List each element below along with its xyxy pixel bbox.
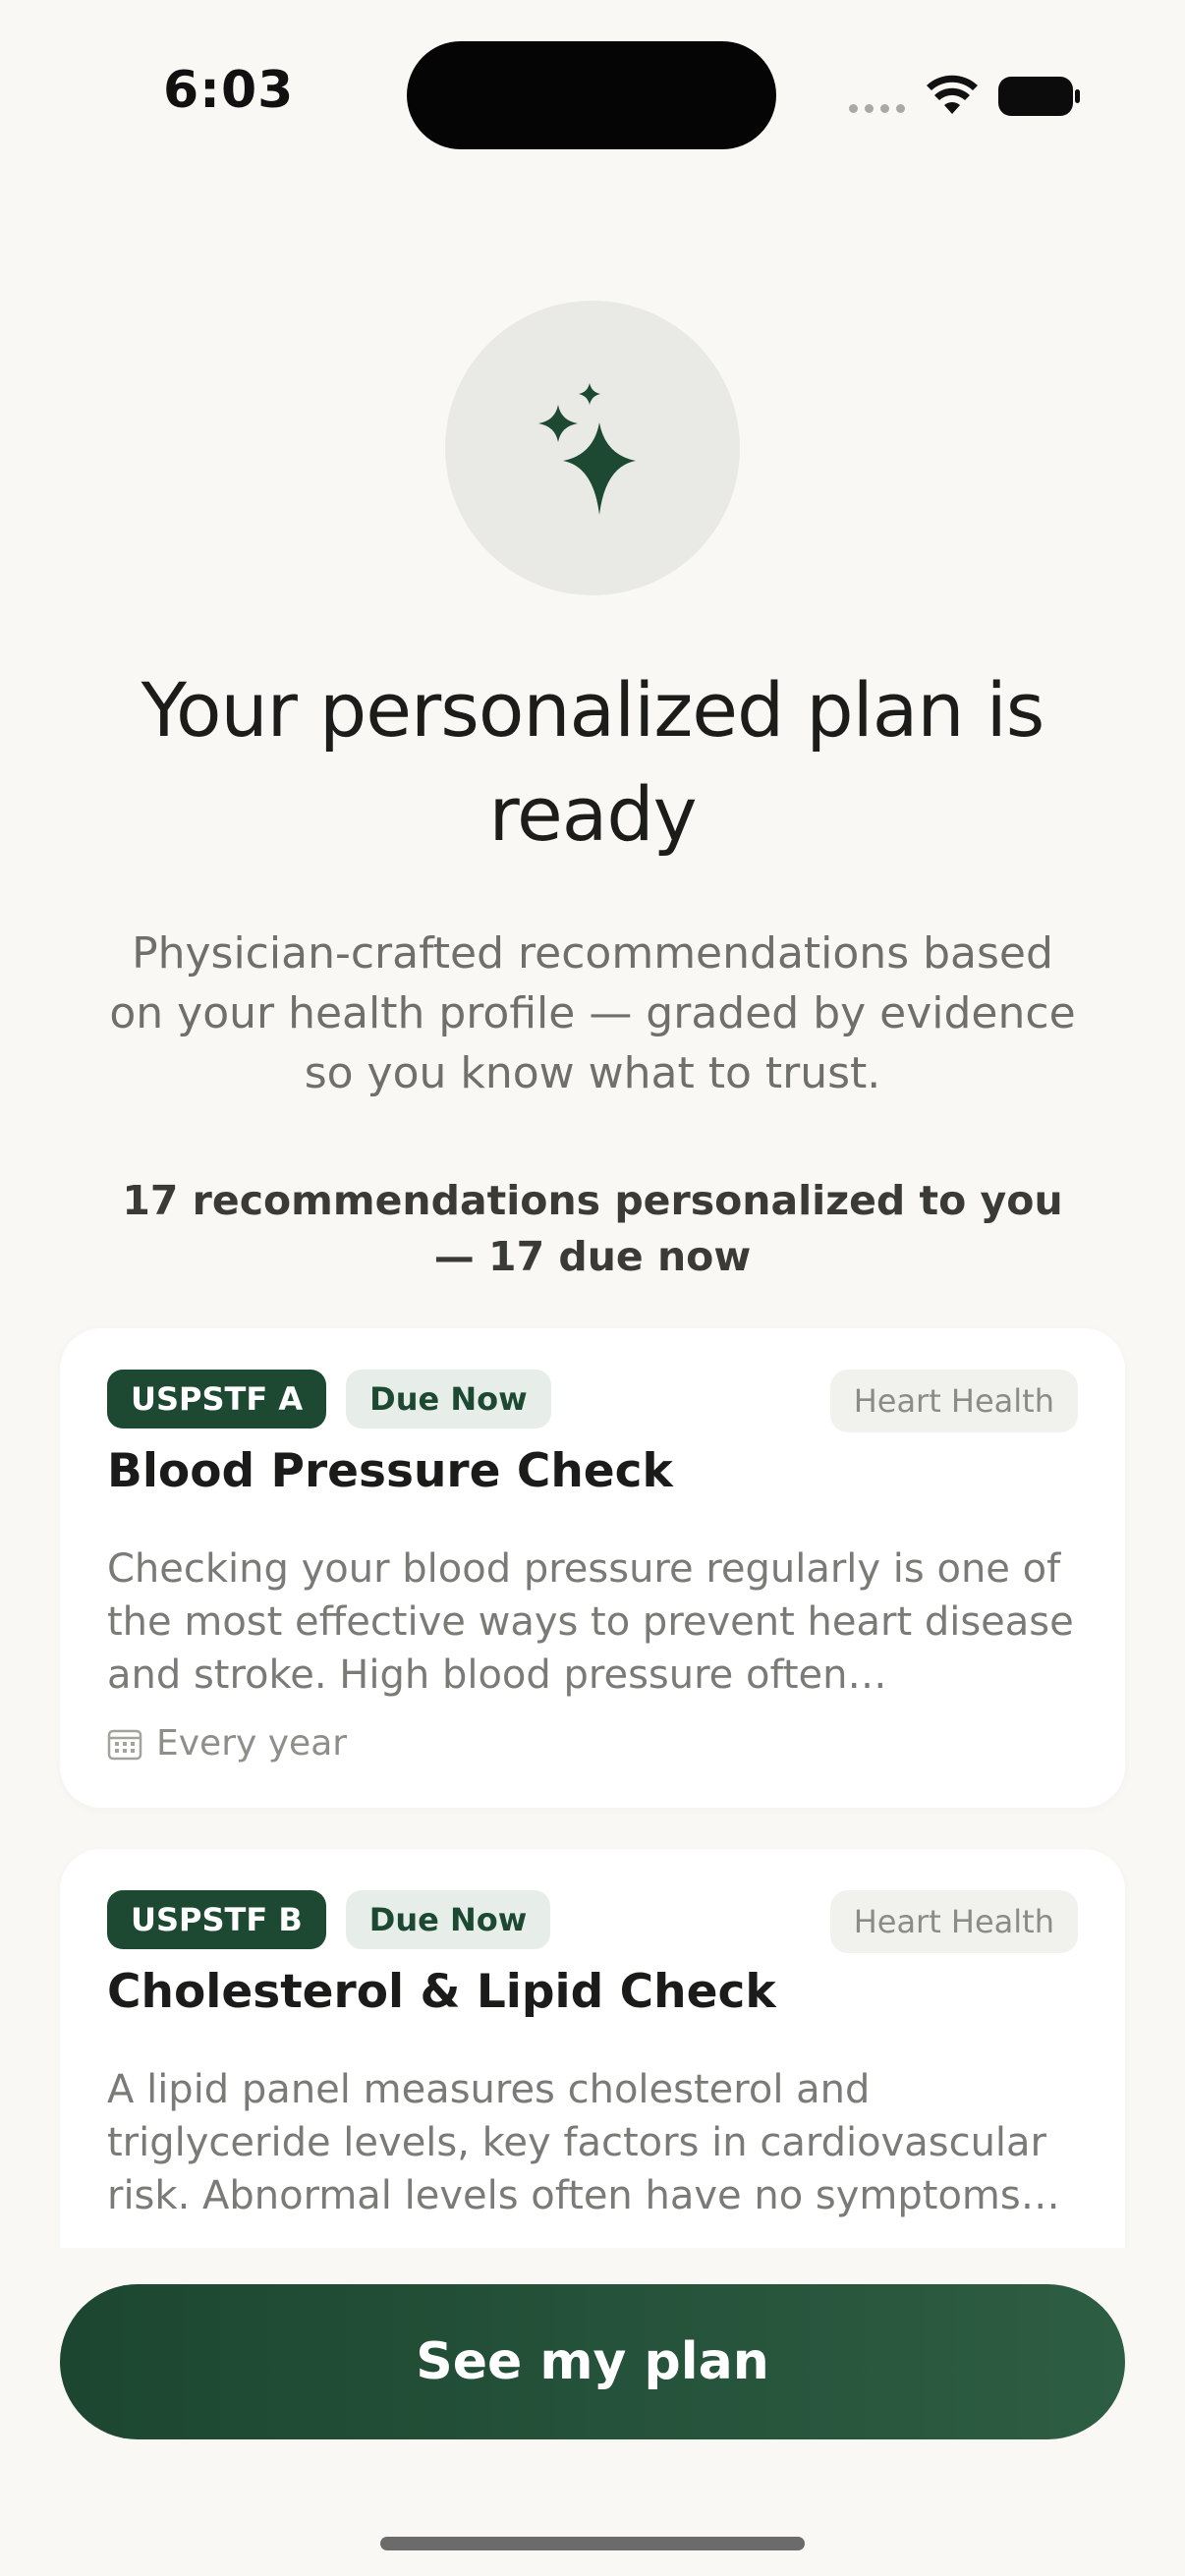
frequency-row: Every year — [107, 1723, 347, 1764]
cellular-signal-icon — [849, 104, 905, 113]
recommendation-title: Blood Pressure Check — [107, 1444, 673, 1498]
badge-row: USPSTF B Due Now — [107, 1890, 551, 1949]
status-badge: Due Now — [346, 1370, 551, 1428]
grade-badge: USPSTF B — [107, 1890, 326, 1949]
home-indicator[interactable] — [380, 2537, 805, 2550]
battery-icon — [998, 77, 1080, 116]
calendar-icon — [107, 1729, 142, 1760]
dynamic-island — [407, 41, 776, 149]
status-bar: 6:03 — [0, 0, 1185, 157]
recommendation-card[interactable]: USPSTF B Due Now Heart Health Cholestero… — [60, 1849, 1125, 2248]
frequency-label: Every year — [156, 1723, 348, 1764]
grade-badge: USPSTF A — [107, 1370, 327, 1428]
recommendation-title: Cholesterol & Lipid Check — [107, 1965, 776, 2019]
wifi-icon — [927, 75, 978, 114]
see-my-plan-button[interactable]: See my plan — [60, 2284, 1125, 2439]
category-chip: Heart Health — [829, 1370, 1078, 1432]
recommendation-description: Checking your blood pressure regularly i… — [107, 1546, 1074, 1698]
badge-row: USPSTF A Due Now — [107, 1370, 551, 1428]
category-chip: Heart Health — [829, 1890, 1078, 1953]
page-title: Your personalized plan is ready — [141, 666, 1045, 858]
status-badge: Due Now — [345, 1890, 551, 1949]
page-subtitle: Physician-crafted recommendations based … — [109, 928, 1076, 1098]
recommendation-description: A lipid panel measures cholesterol and t… — [107, 2067, 1060, 2218]
sparkles-icon — [538, 383, 636, 515]
recommendation-card[interactable]: USPSTF A Due Now Heart Health Blood Pres… — [60, 1328, 1125, 1808]
recommendation-summary: 17 recommendations personalized to you —… — [122, 1177, 1063, 1280]
status-time: 6:03 — [163, 61, 295, 120]
recommendation-list[interactable]: USPSTF A Due Now Heart Health Blood Pres… — [0, 1316, 1185, 2248]
